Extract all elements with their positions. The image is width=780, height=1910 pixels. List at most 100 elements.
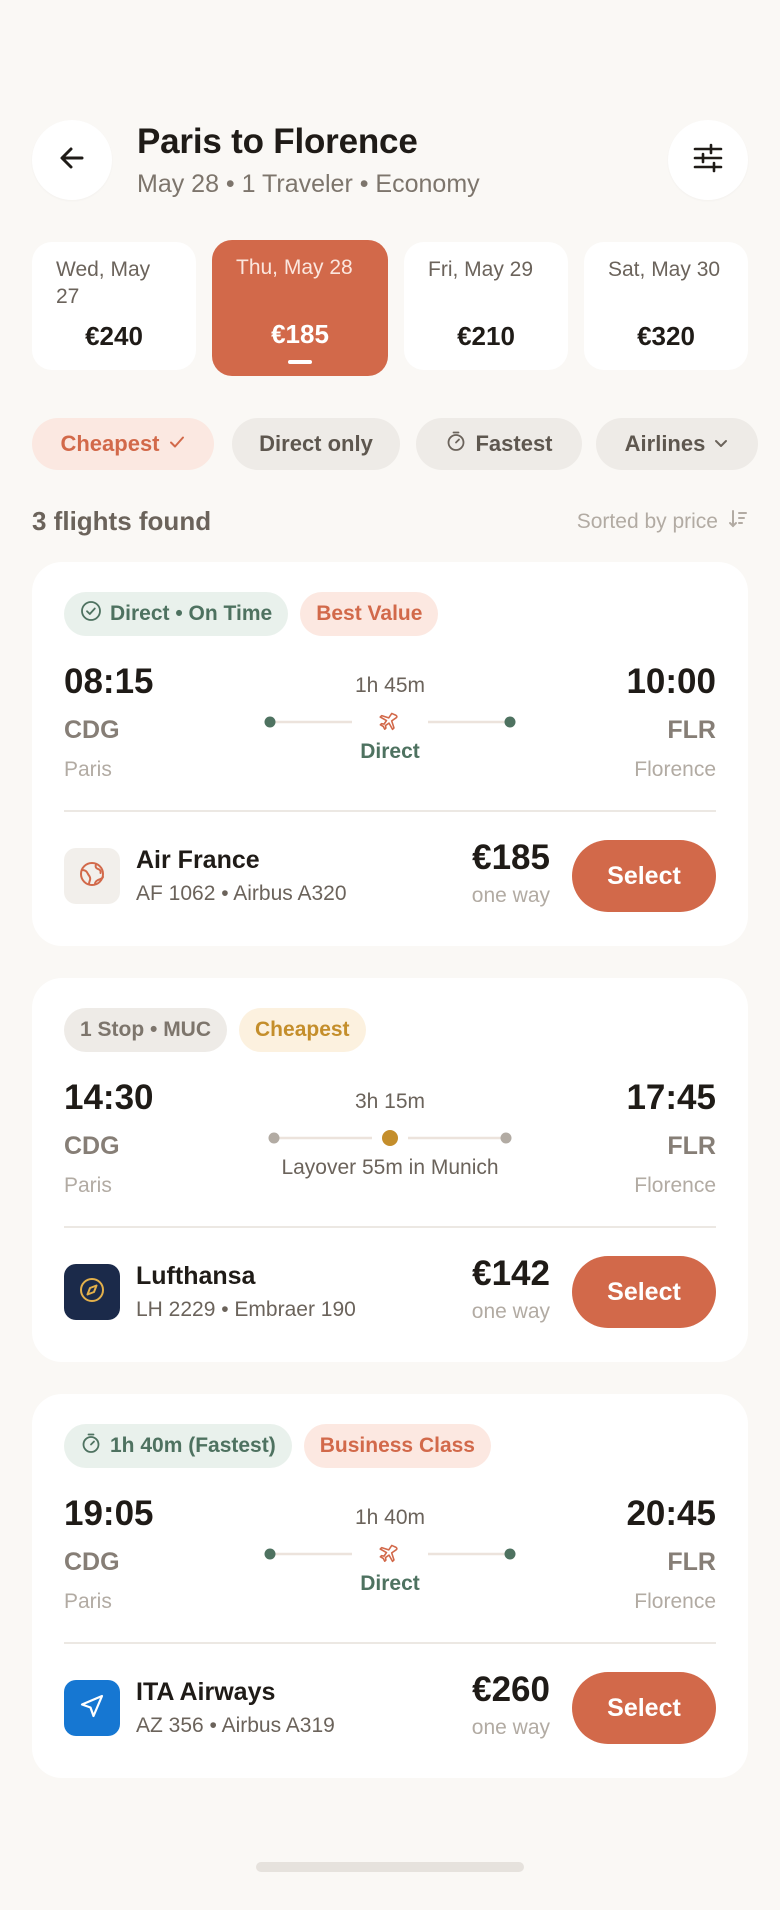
arrival-airport-code: FLR (667, 1548, 716, 1576)
divider (64, 1642, 716, 1644)
flight-price: €185 (472, 838, 550, 877)
route-summary: 3h 15m Layover 55m in Munich (264, 1090, 516, 1190)
date-option-sat-may-30[interactable]: Sat, May 30 €320 (584, 242, 748, 370)
departure-time: 08:15 (64, 662, 154, 701)
check-icon (168, 431, 186, 457)
departure-time: 19:05 (64, 1494, 154, 1533)
flight-badges: Direct • On Time Best Value (64, 592, 439, 636)
date-selector: Wed, May 27 €240 Thu, May 28 €185 Fri, M… (32, 240, 748, 378)
filter-label: Cheapest (60, 431, 160, 456)
arrival-time: 10:00 (626, 662, 716, 701)
arrival-airport-code: FLR (667, 1132, 716, 1160)
compass-icon (77, 1275, 107, 1310)
chevron-down-icon (713, 431, 729, 457)
status-badge: Direct • On Time (64, 592, 289, 636)
date-option-wed-may-27[interactable]: Wed, May 27 €240 (32, 242, 196, 370)
sort-control[interactable]: Sorted by price (577, 509, 748, 535)
date-price: €185 (271, 319, 329, 349)
stopwatch-icon (445, 430, 467, 458)
trip-summary: May 28 • 1 Traveler • Economy (137, 170, 480, 198)
filter-chip-fastest[interactable]: Fastest (416, 418, 582, 470)
flight-card[interactable]: 1 Stop • MUC Cheapest 14:30 CDG Paris 3h… (32, 978, 748, 1362)
filter-label: Fastest (475, 431, 553, 456)
price-note: one way (471, 884, 550, 907)
flight-duration: 1h 40m (354, 1506, 426, 1529)
badge-label: 1 Stop • MUC (80, 1018, 212, 1041)
status-badge: 1 Stop • MUC (64, 1008, 228, 1052)
airline-logo (64, 1680, 120, 1736)
select-button[interactable]: Select (572, 1256, 716, 1328)
layover-stop (382, 1130, 398, 1146)
home-indicator[interactable] (256, 1862, 524, 1872)
filter-chip-airlines[interactable]: Airlines (596, 418, 758, 470)
stopwatch-icon (80, 1432, 102, 1460)
check-circle-icon (80, 600, 102, 628)
plane-icon (379, 712, 398, 731)
globe-icon (77, 859, 107, 894)
filter-label: Airlines (624, 431, 706, 456)
plane-icon (379, 1544, 398, 1563)
departure-time: 14:30 (64, 1078, 154, 1117)
departure-airport-code: CDG (64, 1548, 120, 1576)
flight-badges: 1h 40m (Fastest) Business Class (64, 1424, 491, 1468)
airline-logo (64, 848, 120, 904)
navigation-arrow-icon (77, 1691, 107, 1726)
divider (64, 1226, 716, 1228)
select-button[interactable]: Select (572, 1672, 716, 1744)
flight-card[interactable]: Direct • On Time Best Value 08:15 CDG Pa… (32, 562, 748, 946)
sort-icon (728, 509, 748, 535)
price-note: one way (471, 1300, 550, 1323)
date-label: Wed, May 27 (56, 258, 151, 308)
badge-label: Best Value (316, 602, 423, 625)
badge-label: Business Class (319, 1434, 475, 1457)
highlight-badge: Best Value (300, 592, 439, 636)
layover-info: Layover 55m in Munich (281, 1156, 499, 1179)
results-header: 3 flights found Sorted by price (32, 504, 748, 540)
arrival-city: Florence (634, 1174, 716, 1197)
flight-price: €142 (472, 1254, 550, 1293)
route-type: Direct (360, 740, 420, 763)
filter-chip-direct-only[interactable]: Direct only (232, 418, 400, 470)
flight-duration: 3h 15m (354, 1090, 426, 1113)
airline-name: Lufthansa (136, 1262, 256, 1290)
date-label: Fri, May 29 (428, 258, 534, 281)
airline-name: ITA Airways (136, 1678, 276, 1706)
date-price: €240 (85, 321, 143, 351)
filter-label: Direct only (259, 431, 373, 456)
highlight-badge: Business Class (303, 1424, 491, 1468)
highlight-badge: Cheapest (239, 1008, 366, 1052)
arrival-city: Florence (634, 1590, 716, 1613)
route-summary: 1h 45m Direct (264, 674, 516, 774)
flight-card[interactable]: 1h 40m (Fastest) Business Class 19:05 CD… (32, 1394, 748, 1778)
flight-badges: 1 Stop • MUC Cheapest (64, 1008, 366, 1052)
arrival-airport-code: FLR (667, 716, 716, 744)
departure-city: Paris (64, 1590, 112, 1613)
route-line (264, 712, 516, 731)
sort-label: Sorted by price (576, 510, 718, 533)
flight-duration: 1h 45m (354, 674, 426, 697)
airline-logo (64, 1264, 120, 1320)
divider (64, 810, 716, 812)
badge-label: 1h 40m (Fastest) (110, 1434, 276, 1457)
flight-price: €260 (472, 1670, 550, 1709)
route-type: Direct (360, 1572, 420, 1595)
flight-number-aircraft: AZ 356 • Airbus A319 (136, 1714, 335, 1737)
price-note: one way (471, 1716, 550, 1739)
arrival-time: 20:45 (626, 1494, 716, 1533)
page-title: Paris to Florence (137, 122, 418, 161)
sliders-icon (692, 142, 724, 179)
route-line (264, 1544, 516, 1563)
date-option-fri-may-29[interactable]: Fri, May 29 €210 (404, 242, 568, 370)
back-button[interactable] (32, 120, 112, 200)
badge-label: Direct • On Time (110, 602, 273, 625)
arrival-time: 17:45 (626, 1078, 716, 1117)
filter-chip-cheapest[interactable]: Cheapest (32, 418, 214, 470)
select-button[interactable]: Select (572, 840, 716, 912)
selected-indicator (288, 360, 312, 364)
filter-chips: Cheapest Direct only Fastest Airlines (32, 418, 762, 470)
date-option-thu-may-28[interactable]: Thu, May 28 €185 (212, 240, 388, 376)
date-price: €210 (457, 321, 515, 351)
departure-city: Paris (64, 1174, 112, 1197)
filter-settings-button[interactable] (668, 120, 748, 200)
results-count: 3 flights found (32, 506, 212, 536)
